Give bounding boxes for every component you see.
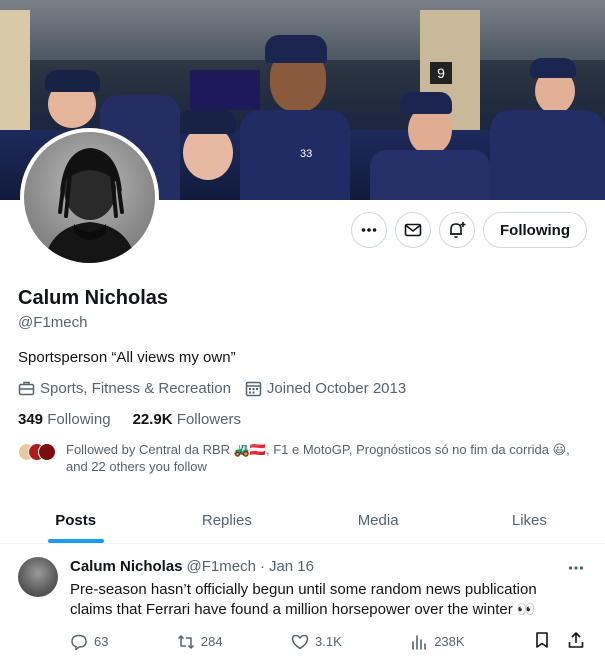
post-actions-right xyxy=(533,631,585,652)
like-button[interactable]: 3.1K xyxy=(291,631,342,652)
bookmark-icon xyxy=(536,632,548,648)
profile-name: Calum Nicholas xyxy=(18,287,169,309)
share-button[interactable] xyxy=(567,631,585,652)
post-avatar[interactable] xyxy=(18,557,58,597)
followed-by-text: Followed by Central da RBR 🚜🇦🇹, F1 e Mot… xyxy=(66,442,570,474)
profile-actions: Following xyxy=(351,212,587,248)
bookmark-button[interactable] xyxy=(533,631,551,652)
post-date[interactable]: Jan 16 xyxy=(269,558,314,575)
profile-joined-label: Joined October 2013 xyxy=(266,380,407,397)
post-more-button[interactable] xyxy=(567,559,585,582)
reply-count: 63 xyxy=(94,634,109,649)
followed-by-avatars xyxy=(18,443,58,463)
profile-joined: Joined October 2013 xyxy=(245,380,406,397)
tab-active-indicator xyxy=(47,539,104,543)
profile-meta: Sports, Fitness & Recreation Joined Octo… xyxy=(18,380,420,397)
views-button[interactable]: 238K xyxy=(410,631,465,652)
banner-number-sign: 9 xyxy=(430,62,452,84)
reply-icon xyxy=(71,634,87,650)
profile-tabs: Posts Replies Media Likes xyxy=(0,498,605,544)
views-icon xyxy=(412,634,426,650)
envelope-icon xyxy=(404,223,422,237)
more-icon xyxy=(568,566,584,570)
briefcase-icon xyxy=(18,381,35,396)
post[interactable]: Calum Nicholas @F1mech · Jan 16 Pre-seas… xyxy=(0,545,605,658)
more-icon xyxy=(361,228,377,232)
followers-count: 22.9K xyxy=(132,411,173,428)
repost-button[interactable]: 284 xyxy=(177,631,223,652)
following-label: Following xyxy=(47,411,111,428)
heart-icon xyxy=(291,634,309,649)
following-link[interactable]: 349 Following xyxy=(18,411,111,428)
banner-shirt-number: 33 xyxy=(300,148,313,160)
profile-avatar[interactable] xyxy=(20,128,159,267)
following-button[interactable]: Following xyxy=(483,212,587,248)
profile-bio: Sportsperson “All views my own” xyxy=(18,349,236,366)
followers-link[interactable]: 22.9K Followers xyxy=(133,411,241,428)
more-button[interactable] xyxy=(351,212,388,248)
repost-count: 284 xyxy=(200,634,223,649)
profile-category: Sports, Fitness & Recreation xyxy=(18,380,231,397)
post-separator: · xyxy=(259,558,265,575)
avatar-photo xyxy=(44,148,136,263)
repost-icon xyxy=(177,634,194,649)
post-actions: 63 284 3.1K 238K xyxy=(70,631,585,652)
calendar-icon xyxy=(245,381,262,397)
like-count: 3.1K xyxy=(315,634,342,649)
profile-handle: @F1mech xyxy=(18,314,88,331)
tab-likes[interactable]: Likes xyxy=(454,498,605,543)
notify-button[interactable] xyxy=(439,212,476,248)
tab-replies-label: Replies xyxy=(201,512,252,529)
tab-media-label: Media xyxy=(357,512,399,529)
profile-category-label: Sports, Fitness & Recreation xyxy=(40,380,231,397)
share-icon xyxy=(568,632,584,648)
follower-avatar xyxy=(38,443,56,461)
bell-plus-icon xyxy=(450,222,466,238)
followers-label: Followers xyxy=(176,411,241,428)
views-count: 238K xyxy=(434,634,465,649)
post-text: Pre-season hasn’t officially begun until… xyxy=(70,581,537,618)
reply-button[interactable]: 63 xyxy=(70,631,108,652)
tab-posts[interactable]: Posts xyxy=(0,498,151,543)
following-count: 349 xyxy=(18,411,44,428)
tab-likes-label: Likes xyxy=(511,512,547,529)
tab-replies[interactable]: Replies xyxy=(151,498,302,543)
message-button[interactable] xyxy=(395,212,432,248)
post-header: Calum Nicholas @F1mech · Jan 16 xyxy=(70,558,314,575)
followed-by[interactable]: Followed by Central da RBR 🚜🇦🇹, F1 e Mot… xyxy=(18,441,593,475)
post-author[interactable]: Calum Nicholas xyxy=(70,558,183,575)
post-handle[interactable]: @F1mech xyxy=(187,558,256,575)
tab-media[interactable]: Media xyxy=(303,498,454,543)
profile-stats: 349 Following 22.9K Followers xyxy=(18,411,241,428)
tab-posts-label: Posts xyxy=(55,512,97,529)
